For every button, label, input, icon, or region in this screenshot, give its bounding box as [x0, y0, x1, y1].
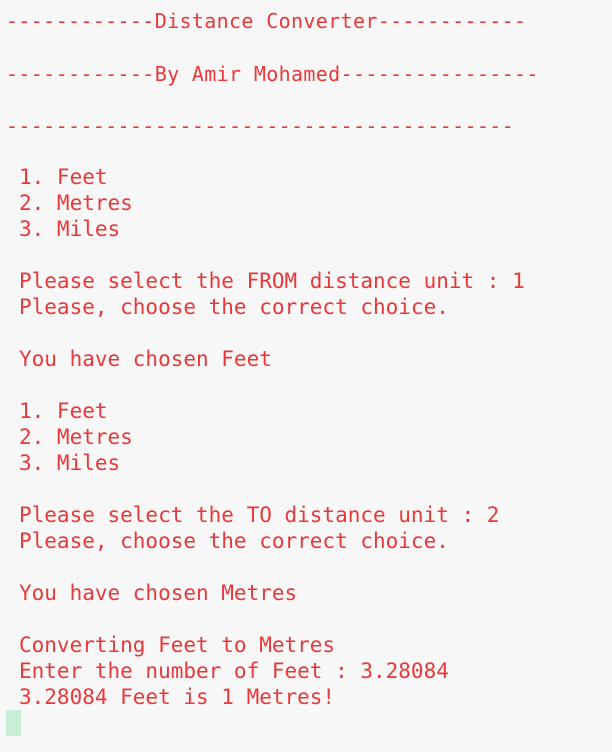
terminal-window[interactable]: ------------Distance Converter----------…	[0, 0, 612, 752]
to-chosen-message: You have chosen Metres	[19, 581, 298, 605]
terminal-cursor[interactable]	[6, 710, 21, 736]
menu-option-feet: 1. Feet	[19, 399, 108, 423]
menu-option-feet: 1. Feet	[19, 165, 108, 189]
from-chosen-message: You have chosen Feet	[19, 347, 272, 371]
to-unit-prompt: Please select the TO distance unit : 2	[19, 503, 500, 527]
enter-value-prompt: Enter the number of Feet : 3.28084	[19, 659, 449, 683]
from-correct-choice-notice: Please, choose the correct choice.	[19, 295, 449, 319]
menu-option-metres: 2. Metres	[19, 425, 133, 449]
converting-message: Converting Feet to Metres	[19, 633, 336, 657]
to-correct-choice-notice: Please, choose the correct choice.	[19, 529, 449, 553]
rule-separator-line: ----------------------------------------…	[6, 114, 515, 138]
title-separator-line: ------------Distance Converter----------…	[6, 9, 527, 33]
menu-option-miles: 3. Miles	[19, 451, 121, 475]
from-unit-prompt: Please select the FROM distance unit : 1	[19, 269, 525, 293]
conversion-result: 3.28084 Feet is 1 Metres!	[19, 685, 336, 709]
menu-option-miles: 3. Miles	[19, 217, 121, 241]
menu-option-metres: 2. Metres	[19, 191, 133, 215]
author-separator-line: ------------By Amir Mohamed-------------…	[6, 62, 539, 86]
